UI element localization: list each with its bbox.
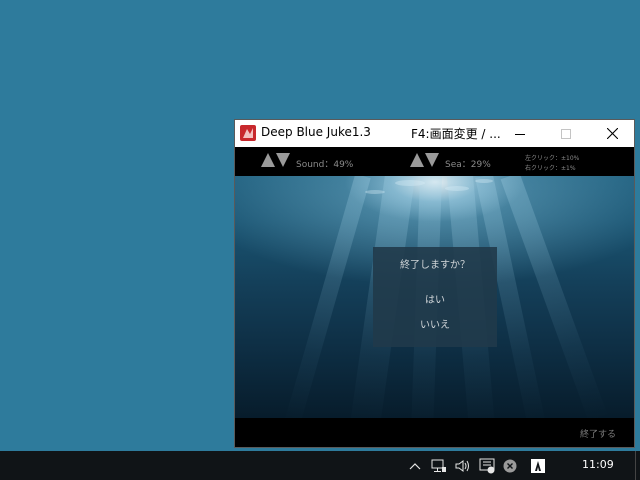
title-hint: F4:画面変更 / ...	[411, 127, 501, 141]
taskbar: 11:09	[0, 451, 640, 480]
control-bar: Sound：49% Sea：29% 左クリック：±10% 右クリック：±1%	[235, 147, 634, 176]
exit-confirm-dialog: 終了しますか？ はい いいえ	[373, 247, 497, 347]
minimize-icon	[515, 133, 525, 135]
taskbar-clock[interactable]: 11:09	[582, 458, 614, 471]
minimize-button[interactable]	[497, 120, 543, 147]
no-button[interactable]: いいえ	[373, 316, 497, 331]
dialog-title: 終了しますか？	[400, 260, 470, 271]
app-logo-icon	[240, 125, 256, 141]
underwater-scene: 終了しますか？ はい いいえ	[235, 176, 634, 418]
yes-button[interactable]: はい	[373, 291, 497, 306]
maximize-button[interactable]	[543, 120, 589, 147]
surface-ripple	[475, 179, 493, 183]
close-icon	[606, 128, 618, 139]
action-center-icon[interactable]	[479, 458, 495, 474]
adobe-icon[interactable]	[530, 458, 546, 474]
surface-ripple	[395, 180, 425, 186]
sea-volume-label: Sea：29%	[445, 160, 491, 170]
app-window: Deep Blue Juke1.3 F4:画面変更 / ... Sound：49…	[234, 119, 635, 448]
network-icon[interactable]	[431, 458, 447, 474]
sea-up-arrow-icon[interactable]	[410, 153, 424, 167]
sea-down-arrow-icon[interactable]	[425, 153, 439, 167]
surface-ripple	[365, 190, 385, 194]
title-bar[interactable]: Deep Blue Juke1.3 F4:画面変更 / ...	[235, 120, 634, 147]
window-title: Deep Blue Juke1.3	[261, 125, 371, 139]
chevron-up-icon[interactable]	[407, 458, 423, 474]
sound-up-arrow-icon[interactable]	[261, 153, 275, 167]
close-circle-icon[interactable]	[502, 458, 518, 474]
close-button[interactable]	[589, 120, 635, 147]
show-desktop-button[interactable]	[635, 451, 636, 480]
sound-volume-label: Sound：49%	[296, 160, 354, 170]
footer-bar: 終了する	[235, 418, 634, 447]
volume-icon[interactable]	[455, 458, 471, 474]
right-click-help: 右クリック：±1%	[525, 165, 576, 172]
maximize-icon	[561, 128, 571, 139]
sound-down-arrow-icon[interactable]	[276, 153, 290, 167]
surface-ripple	[445, 186, 469, 191]
left-click-help: 左クリック：±10%	[525, 155, 580, 162]
quit-button[interactable]: 終了する	[580, 427, 616, 440]
